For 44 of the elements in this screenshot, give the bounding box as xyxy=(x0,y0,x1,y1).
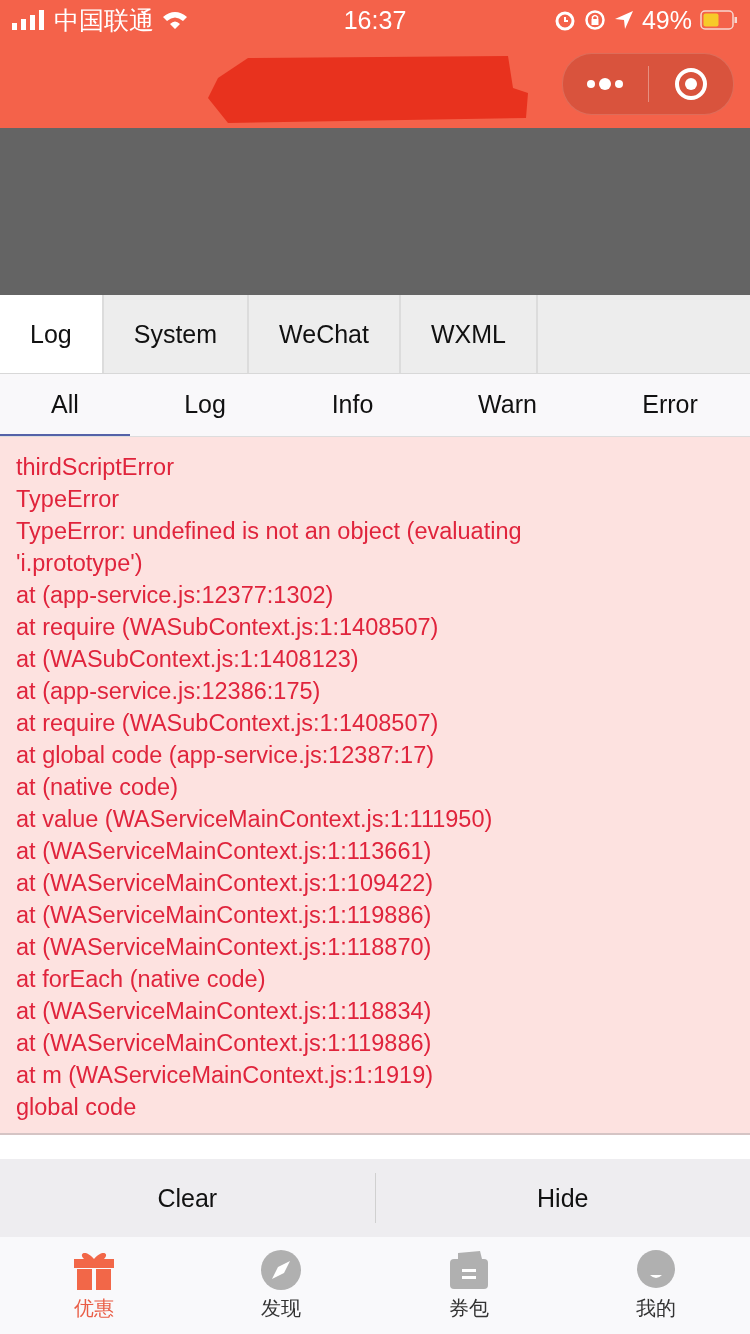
action-button[interactable]: Hide xyxy=(375,1183,750,1213)
error-line: at value (WAServiceMainContext.js:1:111950) xyxy=(16,805,494,834)
error-line: at forEach (native code) xyxy=(16,965,267,994)
error-line: at (WASubContext.js:1:1408123) xyxy=(16,645,360,674)
error-line: at global code (app-service.js:12387:17) xyxy=(16,741,436,770)
error-line: at (WAServiceMainContext.js:1:119886) xyxy=(16,901,433,930)
avatar-icon xyxy=(635,1249,678,1291)
rotation-lock-icon xyxy=(583,9,606,31)
error-line: global code xyxy=(16,1093,138,1122)
clock-time: 16:37 xyxy=(343,5,407,35)
error-line: at (native code) xyxy=(16,773,179,802)
signal-icon xyxy=(12,10,46,30)
alarm-icon xyxy=(553,9,576,31)
battery-percent: 49% xyxy=(641,5,692,35)
filter-tab[interactable]: Error xyxy=(590,374,750,436)
location-icon xyxy=(613,10,634,30)
wifi-icon xyxy=(162,10,188,30)
carrier-name: 中国联通 xyxy=(54,4,154,36)
error-line: thirdScriptError xyxy=(16,453,175,482)
battery-icon xyxy=(700,10,738,30)
action-button[interactable]: Clear xyxy=(0,1183,375,1213)
tab-bar-item[interactable]: 我的 xyxy=(562,1237,750,1334)
error-line: at m (WAServiceMainContext.js:1:1919) xyxy=(16,1061,435,1090)
error-line: at (WAServiceMainContext.js:1:109422) xyxy=(16,869,435,898)
error-line: at (WAServiceMainContext.js:1:119886) xyxy=(16,1029,433,1058)
error-line: TypeError xyxy=(16,485,121,514)
error-line: at (WAServiceMainContext.js:1:118870) xyxy=(16,933,433,962)
error-line: at require (WASubContext.js:1:1408507) xyxy=(16,613,440,642)
wallet-icon xyxy=(447,1249,490,1291)
error-line: TypeError: undefined is not an object (evaluating xyxy=(16,517,523,546)
error-line: at (WAServiceMainContext.js:1:113661) xyxy=(16,837,433,866)
error-line: at (app-service.js:12386:175) xyxy=(16,677,322,706)
error-line: at (app-service.js:12377:1302) xyxy=(16,581,335,610)
error-line: at (WAServiceMainContext.js:1:118834) xyxy=(16,997,433,1026)
filter-tab[interactable]: Warn xyxy=(425,374,590,436)
compass-icon xyxy=(260,1249,303,1291)
tab-bar-item[interactable]: 券包 xyxy=(375,1237,563,1334)
error-line: 'i.prototype') xyxy=(16,549,144,578)
filter-tab[interactable]: Log xyxy=(130,374,280,436)
more-icon[interactable] xyxy=(585,77,626,91)
console-tab[interactable]: Log xyxy=(0,295,104,373)
filter-tab[interactable]: Info xyxy=(280,374,425,436)
error-line: at require (WASubContext.js:1:1408507) xyxy=(16,709,440,738)
tab-bar-item[interactable]: 发现 xyxy=(187,1237,375,1334)
